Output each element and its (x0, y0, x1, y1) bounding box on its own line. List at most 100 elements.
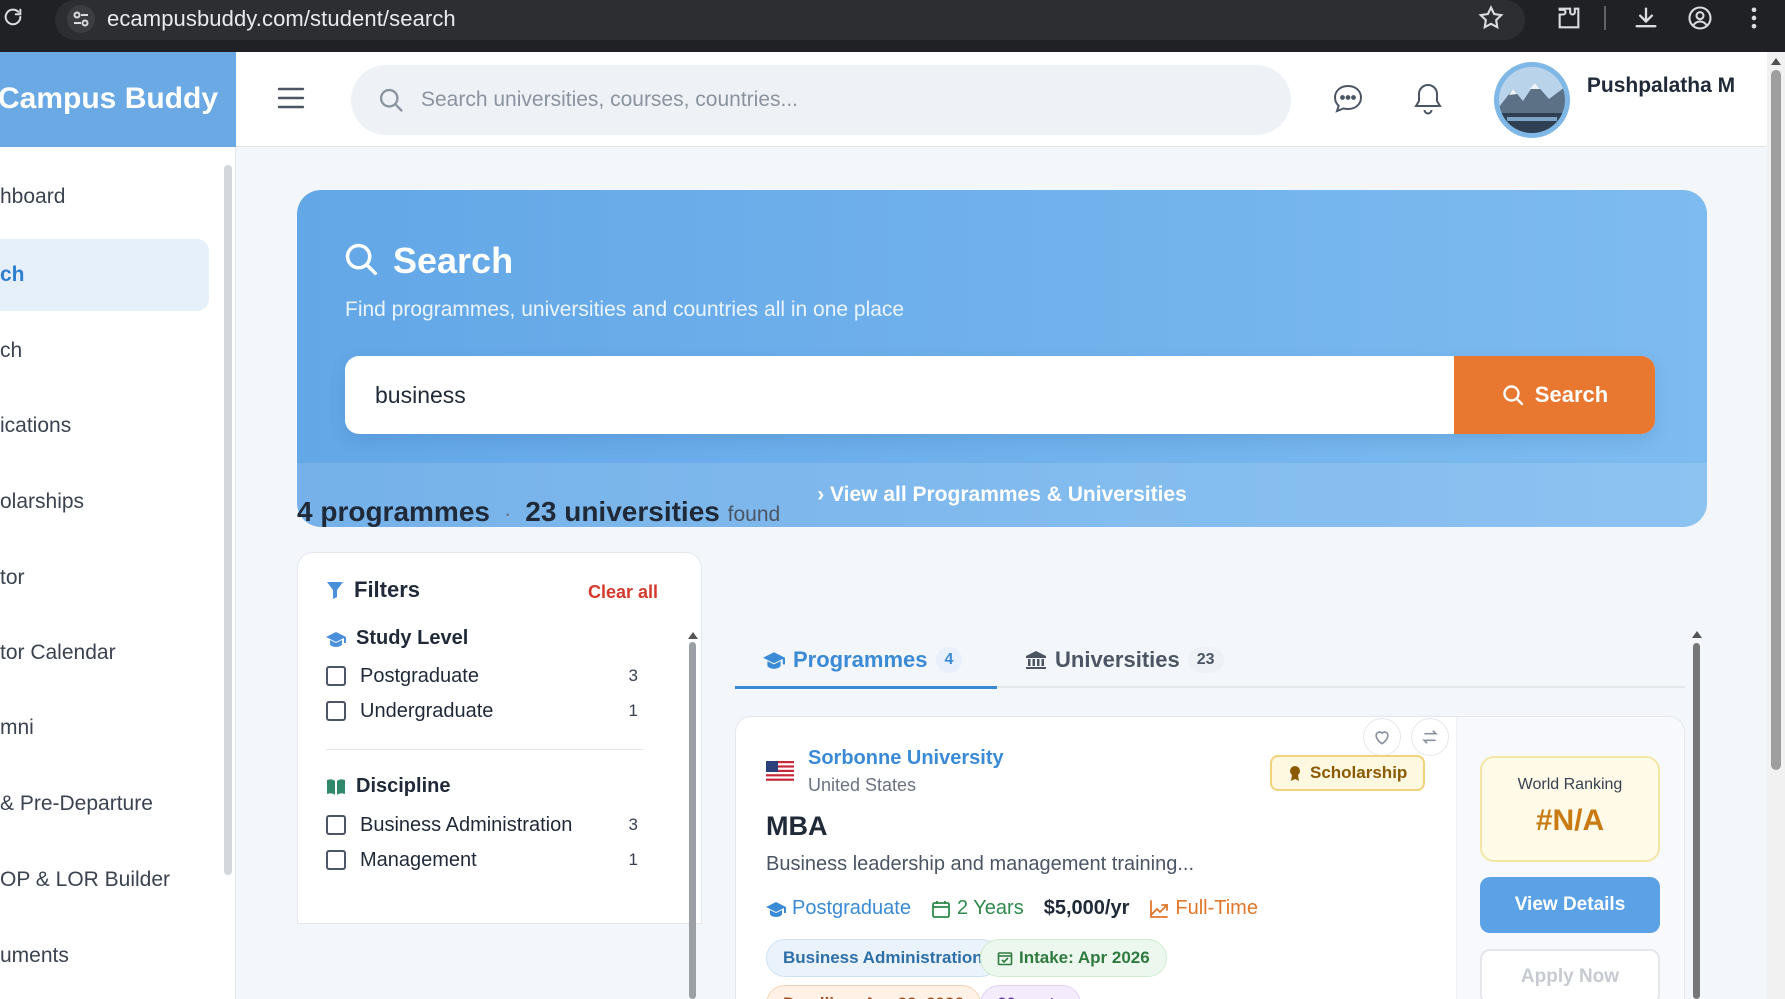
sidebar-item-alumni[interactable]: mni (0, 692, 209, 764)
more-menu-icon[interactable] (1740, 4, 1768, 32)
avatar[interactable] (1494, 62, 1570, 138)
tab-programmes-label: Programmes (793, 647, 928, 672)
filter-option-business-administration[interactable]: Business Administration 3 (326, 810, 666, 840)
study-level-title: Study Level (356, 627, 469, 649)
tab-programmes[interactable]: Programmes 4 (763, 632, 963, 688)
site-settings-icon[interactable] (67, 5, 95, 33)
found-label: found (727, 503, 781, 526)
search-icon (1503, 385, 1523, 406)
hero-search-button-label: Search (1534, 382, 1609, 407)
chat-icon[interactable] (1331, 82, 1365, 116)
university-country: United States (808, 775, 917, 795)
view-details-button[interactable]: View Details (1480, 877, 1660, 933)
us-flag-icon (766, 761, 794, 781)
duration-value: 2 Years (956, 897, 1024, 919)
book-icon (327, 778, 345, 795)
compare-arrows-icon (1422, 730, 1438, 744)
sidebar-item-mentor[interactable]: tor (0, 542, 209, 614)
seats-tag: 60 seats (980, 985, 1082, 999)
discipline-heading: Discipline (326, 775, 450, 798)
tab-universities[interactable]: Universities 23 (1025, 632, 1224, 688)
toolbar-divider (1604, 6, 1606, 30)
study-level-meta: Postgraduate (766, 897, 911, 920)
programme-name[interactable]: MBA (766, 811, 828, 842)
hamburger-menu-icon[interactable] (276, 85, 306, 111)
programme-meta: Postgraduate 2 Years $5,000/yr Full-Time (766, 897, 1258, 920)
filter-option-count: 1 (628, 701, 638, 720)
filters-heading: Filters (326, 577, 420, 603)
sidebar-item-scholarships[interactable]: olarships (0, 466, 209, 538)
sidebar-item-sop-lor-builder[interactable]: OP & LOR Builder (0, 844, 209, 916)
sidebar: hboard ch ch ications olarships tor tor … (0, 147, 236, 999)
sidebar-item-pre-departure[interactable]: & Pre-Departure (0, 768, 209, 840)
filter-option-label: Postgraduate (360, 664, 479, 687)
filter-option-count: 3 (628, 815, 638, 834)
compare-button[interactable] (1411, 718, 1449, 756)
hero-subtitle: Find programmes, universities and countr… (345, 298, 905, 321)
notification-bell-icon[interactable] (1412, 81, 1444, 117)
programme-description: Business leadership and management train… (766, 853, 1195, 875)
intake-tag: Intake: Apr 2026 (980, 939, 1167, 977)
window-scrollbar-thumb[interactable] (1771, 70, 1781, 770)
global-search-input[interactable] (421, 80, 1261, 120)
graduation-cap-icon (326, 631, 346, 647)
hero-search-input[interactable] (375, 374, 1425, 416)
tab-universities-count: 23 (1187, 647, 1224, 673)
top-bar: Pushpalatha M (236, 52, 1767, 147)
apply-now-button[interactable]: Apply Now (1480, 949, 1660, 999)
results-scroll-up-arrow[interactable] (1692, 631, 1702, 638)
sidebar-item-search[interactable]: ch (0, 239, 209, 311)
programme-card[interactable]: Sorbonne University United States Schola… (735, 716, 1685, 999)
scholarship-badge: Scholarship (1270, 755, 1426, 791)
filter-funnel-icon (327, 582, 343, 599)
sidebar-item-applications[interactable]: ications (0, 390, 209, 462)
filters-scrollbar[interactable] (689, 642, 696, 999)
sidebar-item-documents[interactable]: uments (0, 920, 209, 992)
heart-icon (1375, 731, 1389, 745)
browser-toolbar: ecampusbuddy.com/student/search (0, 0, 1785, 52)
world-ranking-value: #N/A (1535, 804, 1605, 837)
summary-separator: · (503, 501, 512, 526)
university-name-link[interactable]: Sorbonne University (808, 747, 1004, 770)
filter-option-management[interactable]: Management 1 (326, 845, 666, 875)
search-icon (379, 88, 403, 112)
address-bar[interactable]: ecampusbuddy.com/student/search (55, 0, 1525, 40)
hero-search-button[interactable]: Search (1454, 356, 1655, 434)
filter-option-undergraduate[interactable]: Undergraduate 1 (326, 696, 666, 726)
user-name[interactable]: Pushpalatha M (1576, 70, 1746, 102)
checkbox[interactable] (326, 701, 346, 721)
graduation-cap-icon (763, 652, 785, 669)
filter-option-postgraduate[interactable]: Postgraduate 3 (326, 661, 666, 691)
favorite-button[interactable] (1363, 718, 1401, 756)
discipline-tag: Business Administration (766, 939, 1000, 977)
trend-up-icon (1150, 899, 1169, 918)
university-count: 23 universities (525, 496, 720, 527)
extensions-icon[interactable] (1555, 4, 1583, 32)
window-scroll-up-arrow[interactable] (1771, 58, 1781, 65)
filter-option-label: Management (360, 848, 477, 871)
reload-icon[interactable] (2, 6, 24, 28)
deadline-tag: Deadline: Apr 22, 2026 (766, 985, 981, 999)
sidebar-item-mentor-calendar[interactable]: tor Calendar (0, 617, 209, 689)
filters-divider (326, 749, 644, 750)
download-icon[interactable] (1632, 4, 1660, 32)
sidebar-item-research[interactable]: ch (0, 315, 209, 387)
sidebar-scrollbar[interactable] (224, 165, 232, 875)
calendar-check-icon (997, 952, 1013, 966)
profile-icon[interactable] (1686, 4, 1714, 32)
checkbox[interactable] (326, 815, 346, 835)
avatar-photo (1499, 67, 1565, 133)
checkbox[interactable] (326, 850, 346, 870)
world-ranking-label: World Ranking (1517, 776, 1623, 793)
results-scrollbar[interactable] (1693, 643, 1700, 999)
filter-option-count: 1 (628, 850, 638, 869)
clear-all-link[interactable]: Clear all (588, 582, 658, 603)
sidebar-item-dashboard[interactable]: hboard (0, 161, 209, 233)
bookmark-star-icon[interactable] (1477, 4, 1505, 32)
card-actions-panel: World Ranking #N/A View Details Apply No… (1456, 717, 1684, 999)
world-ranking-box: World Ranking #N/A (1480, 756, 1660, 862)
filters-scroll-up-arrow[interactable] (688, 632, 698, 639)
checkbox[interactable] (326, 666, 346, 686)
brand-logo-text[interactable]: Campus Buddy (0, 82, 218, 116)
study-mode-meta: Full-Time (1149, 897, 1258, 920)
